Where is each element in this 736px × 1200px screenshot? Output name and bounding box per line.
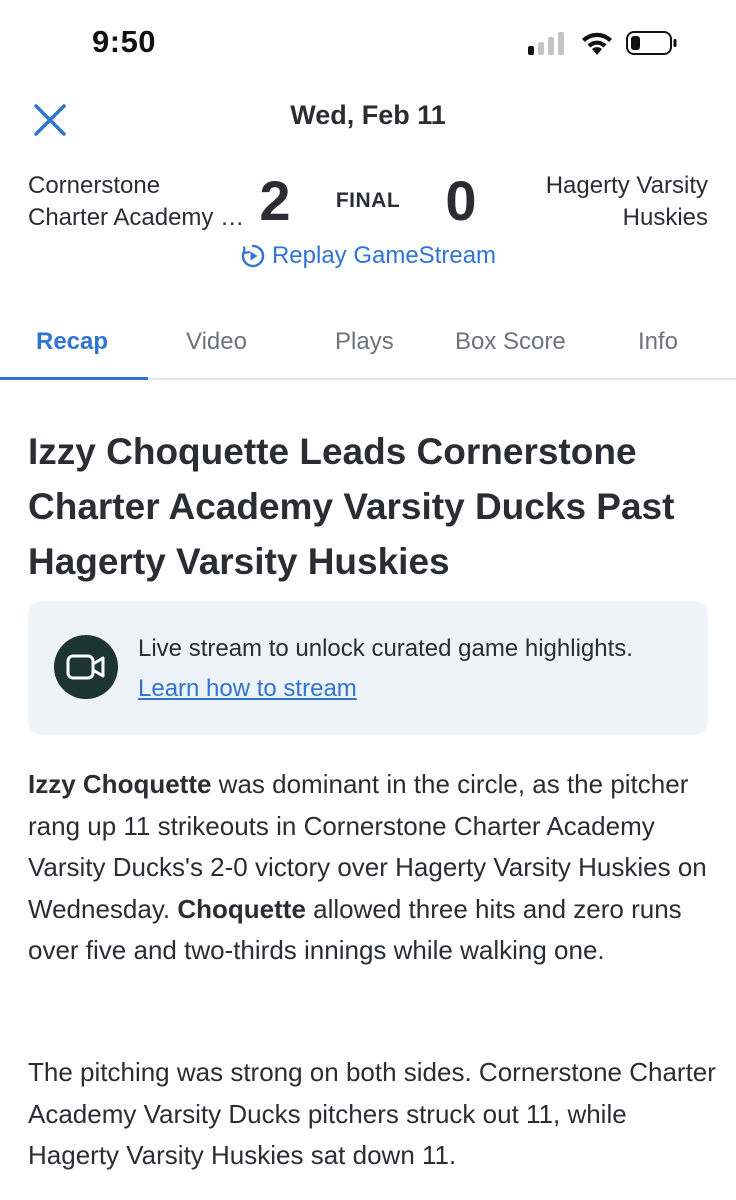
away-team-name[interactable]: Hagerty Varsity Huskies bbox=[488, 170, 708, 234]
game-date: Wed, Feb 11 bbox=[290, 100, 446, 130]
game-status: FINAL bbox=[335, 189, 401, 212]
article-headline: Izzy Choquette Leads Cornerstone Charter… bbox=[28, 431, 675, 582]
promo-text: Live stream to unlock curated game highl… bbox=[138, 629, 678, 709]
article-paragraph-2: The pitching was strong on both sides. C… bbox=[28, 1057, 716, 1171]
player-surname-bold: Choquette bbox=[177, 893, 306, 924]
replay-gamestream-button[interactable]: Replay GameStream bbox=[0, 242, 736, 270]
video-camera-icon bbox=[54, 635, 118, 699]
status-time: 9:50 bbox=[92, 24, 157, 59]
player-name-bold: Izzy Choquette bbox=[28, 769, 212, 799]
tab-recap[interactable]: Recap bbox=[36, 328, 108, 356]
replay-gamestream-label: Replay GameStream bbox=[271, 242, 497, 269]
away-score: 0 bbox=[445, 169, 477, 232]
status-bar: 9:50 bbox=[0, 0, 736, 90]
tab-video[interactable]: Video bbox=[186, 328, 247, 356]
tab-info[interactable]: Info bbox=[638, 328, 678, 356]
home-team-name[interactable]: Cornerstone Charter Academy Varsity Duck… bbox=[28, 170, 248, 234]
tab-plays[interactable]: Plays bbox=[335, 328, 394, 356]
promo-message: Live stream to unlock curated game highl… bbox=[138, 635, 633, 662]
replay-icon bbox=[241, 244, 265, 268]
battery-icon bbox=[626, 31, 677, 55]
tab-box-score[interactable]: Box Score bbox=[455, 328, 566, 356]
cellular-signal-icon bbox=[528, 31, 568, 55]
away-team-name-line1: Hagerty Varsity bbox=[545, 172, 708, 199]
home-team-name-line1: Cornerstone bbox=[28, 172, 161, 199]
article-paragraph-1: Izzy Choquette was dominant in the circl… bbox=[28, 764, 718, 972]
home-score: 2 bbox=[259, 169, 291, 232]
wifi-icon bbox=[582, 32, 612, 55]
away-team-name-line2: Huskies bbox=[622, 204, 708, 231]
active-tab-indicator bbox=[0, 377, 148, 380]
livestream-promo-card: Live stream to unlock curated game highl… bbox=[28, 601, 708, 735]
learn-how-to-stream-link[interactable]: Learn how to stream bbox=[138, 675, 357, 702]
tab-bar: Recap Video Plays Box Score Info bbox=[0, 308, 736, 380]
home-team-name-line2: Charter Academy Varsity Ducks bbox=[28, 204, 248, 231]
